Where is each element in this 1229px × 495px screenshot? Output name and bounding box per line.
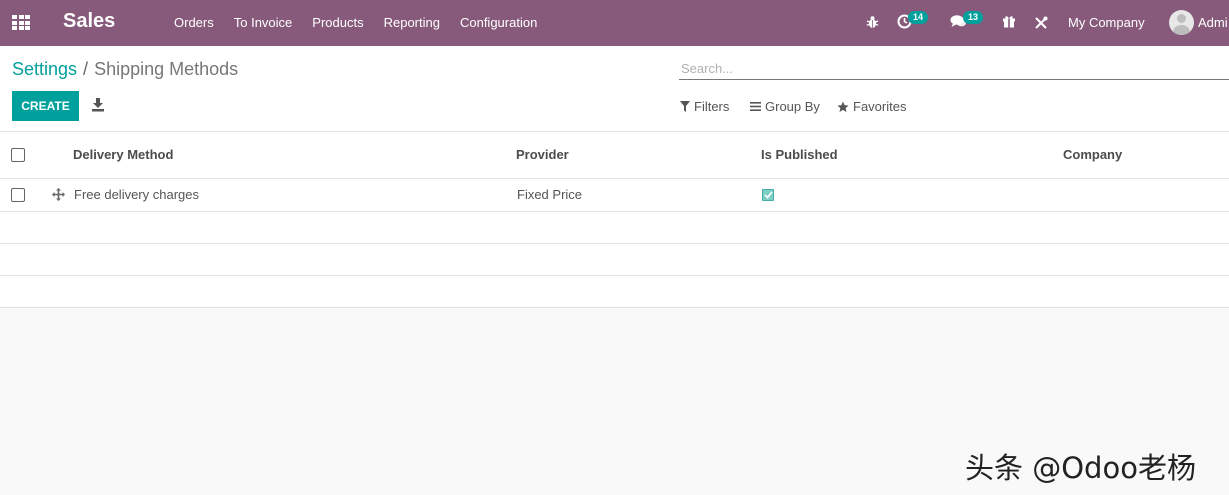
star-icon <box>837 101 849 112</box>
create-button[interactable]: CREATE <box>12 91 79 121</box>
cell-delivery-method: Free delivery charges <box>74 187 199 202</box>
empty-row <box>0 212 1229 244</box>
select-all-checkbox[interactable] <box>11 148 25 162</box>
column-is-published[interactable]: Is Published <box>761 147 838 162</box>
breadcrumb-settings[interactable]: Settings <box>12 59 77 79</box>
company-switcher[interactable]: My Company <box>1068 15 1145 30</box>
empty-row <box>0 244 1229 276</box>
gift-icon[interactable] <box>1002 14 1016 28</box>
row-select-checkbox[interactable] <box>11 188 25 202</box>
top-navbar: Sales Orders To Invoice Products Reporti… <box>0 0 1229 46</box>
list-view-table: Delivery Method Provider Is Published Co… <box>0 132 1229 308</box>
search-input[interactable] <box>679 58 1229 80</box>
filters-toggle[interactable]: Filters <box>680 99 729 114</box>
bars-icon <box>750 102 761 111</box>
control-panel: Settings /Shipping Methods CREATE Filters… <box>0 46 1229 132</box>
group-by-label: Group By <box>765 99 820 114</box>
is-published-checkbox <box>762 189 774 201</box>
watermark: 头条 @Odoo老杨 <box>965 451 1196 485</box>
messages-count-badge: 13 <box>963 11 984 24</box>
favorites-label: Favorites <box>853 99 907 114</box>
table-header: Delivery Method Provider Is Published Co… <box>0 132 1229 179</box>
column-company[interactable]: Company <box>1063 147 1122 162</box>
breadcrumb-current: Shipping Methods <box>94 59 239 79</box>
user-menu[interactable]: Admi <box>1198 15 1228 30</box>
column-delivery-method[interactable]: Delivery Method <box>73 147 173 162</box>
table-row[interactable]: Free delivery charges Fixed Price <box>0 179 1229 212</box>
empty-row <box>0 276 1229 308</box>
activity-count-badge: 14 <box>908 11 929 24</box>
filter-icon <box>680 101 690 112</box>
filters-label: Filters <box>694 99 730 114</box>
check-icon <box>764 191 773 199</box>
user-avatar[interactable] <box>1169 10 1194 35</box>
download-icon[interactable] <box>92 98 104 112</box>
bug-icon[interactable] <box>866 15 879 29</box>
column-provider[interactable]: Provider <box>516 147 569 162</box>
breadcrumb-separator: / <box>83 59 89 79</box>
cell-provider: Fixed Price <box>517 187 583 202</box>
group-by-toggle[interactable]: Group By <box>750 99 820 114</box>
drag-handle-icon[interactable] <box>52 188 65 201</box>
favorites-toggle[interactable]: Favorites <box>837 99 906 114</box>
systray: 14 13 My Company Admi <box>0 0 1229 46</box>
tools-icon[interactable] <box>1034 16 1048 30</box>
breadcrumb: Settings / Shipping Methods <box>12 59 238 80</box>
